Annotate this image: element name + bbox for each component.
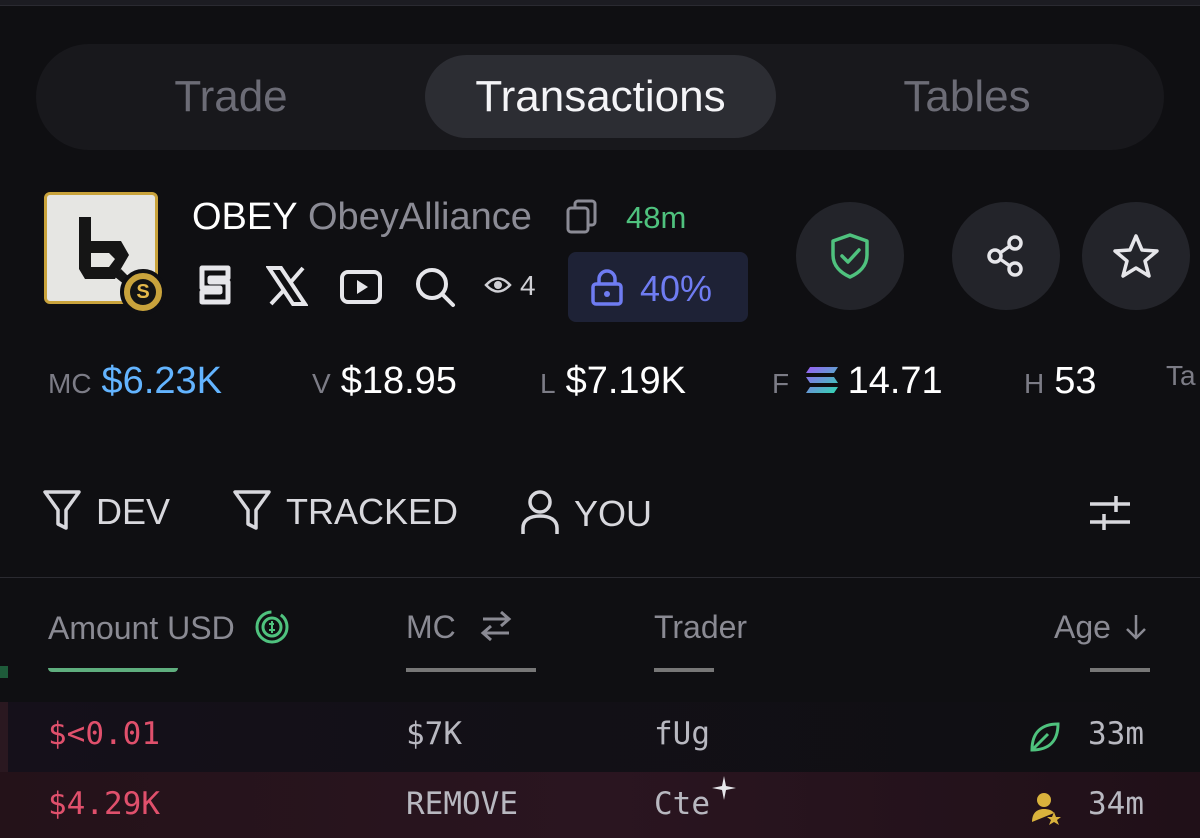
lock-percentage-badge: 40% — [568, 252, 748, 322]
tab-tables[interactable]: Tables — [810, 55, 1124, 138]
stat-market-cap: MC $6.23K — [48, 360, 222, 402]
table-row[interactable]: $4.29K REMOVE Cte 34m — [0, 772, 1200, 838]
shield-check-icon — [831, 233, 869, 279]
token-stats: MC $6.23K V $18.95 L $7.19K F 14.71 H 53 Ta — [0, 360, 1200, 404]
cell-mc: $7K — [406, 716, 462, 752]
filter-dev[interactable]: DEV — [42, 488, 170, 533]
cell-amount: $4.29K — [48, 786, 160, 822]
filter-tracked[interactable]: TRACKED — [232, 488, 458, 533]
share-button[interactable] — [952, 202, 1060, 310]
currency-toggle-icon[interactable] — [254, 609, 290, 645]
cell-age: 34m — [1088, 786, 1144, 822]
cell-trader[interactable]: fUg — [654, 716, 710, 752]
settings-sliders-button[interactable] — [1088, 490, 1132, 543]
table-row-partial — [0, 666, 1200, 678]
transaction-filters: DEV TRACKED YOU — [0, 488, 1200, 538]
security-button[interactable] — [796, 202, 904, 310]
share-icon — [987, 235, 1023, 277]
x-twitter-icon[interactable] — [265, 266, 309, 311]
tab-trade[interactable]: Trade — [76, 55, 386, 138]
sparkle-icon — [712, 776, 736, 800]
eye-icon — [484, 274, 512, 301]
star-icon — [1113, 234, 1159, 278]
tab-transactions[interactable]: Transactions — [425, 55, 776, 138]
lock-percentage: 40% — [640, 268, 713, 309]
cell-trader[interactable]: Cte — [654, 786, 710, 822]
section-divider — [0, 577, 1200, 578]
website-icon[interactable] — [196, 262, 234, 313]
table-row[interactable]: $<0.01 $7K fUg 33m — [0, 702, 1200, 772]
token-name: ObeyAlliance — [308, 196, 532, 238]
swap-icon[interactable] — [479, 610, 513, 642]
copy-icon[interactable] — [566, 199, 598, 240]
view-tabs: Trade Transactions Tables — [36, 44, 1164, 150]
stat-holders: H 53 — [1024, 360, 1097, 402]
stat-volume: V $18.95 — [312, 360, 457, 402]
top-border — [0, 0, 1200, 6]
token-age: 48m — [626, 200, 687, 235]
stat-truncated: Ta — [1166, 360, 1196, 391]
youtube-icon[interactable] — [340, 270, 382, 309]
leaf-icon — [1030, 722, 1060, 752]
header-mc[interactable]: MC — [406, 609, 513, 646]
cell-mc: REMOVE — [406, 786, 518, 822]
sliders-icon — [1090, 496, 1130, 530]
filter-icon — [233, 490, 271, 530]
launchpad-badge-icon: S — [120, 269, 166, 315]
favorite-button[interactable] — [1082, 202, 1190, 310]
stat-liquidity: L $7.19K — [540, 360, 687, 402]
search-icon[interactable] — [414, 266, 456, 313]
solana-icon — [805, 367, 838, 393]
header-age[interactable]: Age — [1054, 609, 1148, 646]
stat-fees: F 14.71 — [772, 360, 943, 402]
filter-icon — [43, 490, 81, 530]
view-count: 4 — [520, 270, 536, 301]
token-ticker: OBEY — [192, 196, 298, 238]
user-icon — [521, 490, 559, 534]
cell-age: 33m — [1088, 716, 1144, 752]
lock-icon — [591, 269, 623, 306]
cell-amount: $<0.01 — [48, 716, 160, 752]
top-trader-icon — [1032, 793, 1061, 825]
header-trader[interactable]: Trader — [654, 609, 747, 646]
filter-you[interactable]: YOU — [520, 488, 652, 536]
header-amount-usd[interactable]: Amount USD — [48, 609, 290, 647]
sort-down-icon — [1125, 615, 1146, 640]
